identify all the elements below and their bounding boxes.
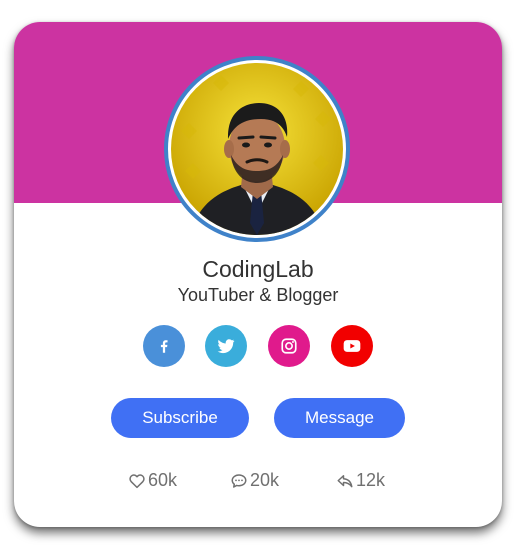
subscribe-button[interactable]: Subscribe xyxy=(111,398,249,438)
comments-stat[interactable]: 20k xyxy=(230,470,279,491)
share-icon xyxy=(337,474,353,487)
likes-stat[interactable]: 60k xyxy=(128,470,177,491)
twitter-link[interactable] xyxy=(205,325,247,367)
shares-count: 12k xyxy=(356,470,386,490)
facebook-link[interactable] xyxy=(143,325,185,367)
shares-stat[interactable]: 12k xyxy=(336,470,385,491)
likes-count: 60k xyxy=(148,470,178,490)
comment-icon xyxy=(231,473,247,488)
comments-count: 20k xyxy=(250,470,280,490)
instagram-icon xyxy=(281,338,297,354)
youtube-icon xyxy=(343,340,361,352)
instagram-link[interactable] xyxy=(268,325,310,367)
twitter-icon xyxy=(217,339,235,354)
profile-card: CodingLab YouTuber & Blogger Subscribe M… xyxy=(14,22,502,527)
social-links xyxy=(143,325,373,369)
facebook-icon xyxy=(160,340,168,353)
action-buttons: Subscribe Message xyxy=(14,398,502,440)
message-button[interactable]: Message xyxy=(274,398,405,438)
avatar[interactable] xyxy=(171,63,343,235)
avatar-ring xyxy=(164,56,350,242)
heart-icon xyxy=(129,473,145,488)
profile-role: YouTuber & Blogger xyxy=(177,285,339,305)
profile-photo xyxy=(171,63,343,235)
youtube-link[interactable] xyxy=(331,325,373,367)
stats-row: 60k 20k 12k xyxy=(14,470,502,494)
profile-name: CodingLab xyxy=(202,256,314,282)
